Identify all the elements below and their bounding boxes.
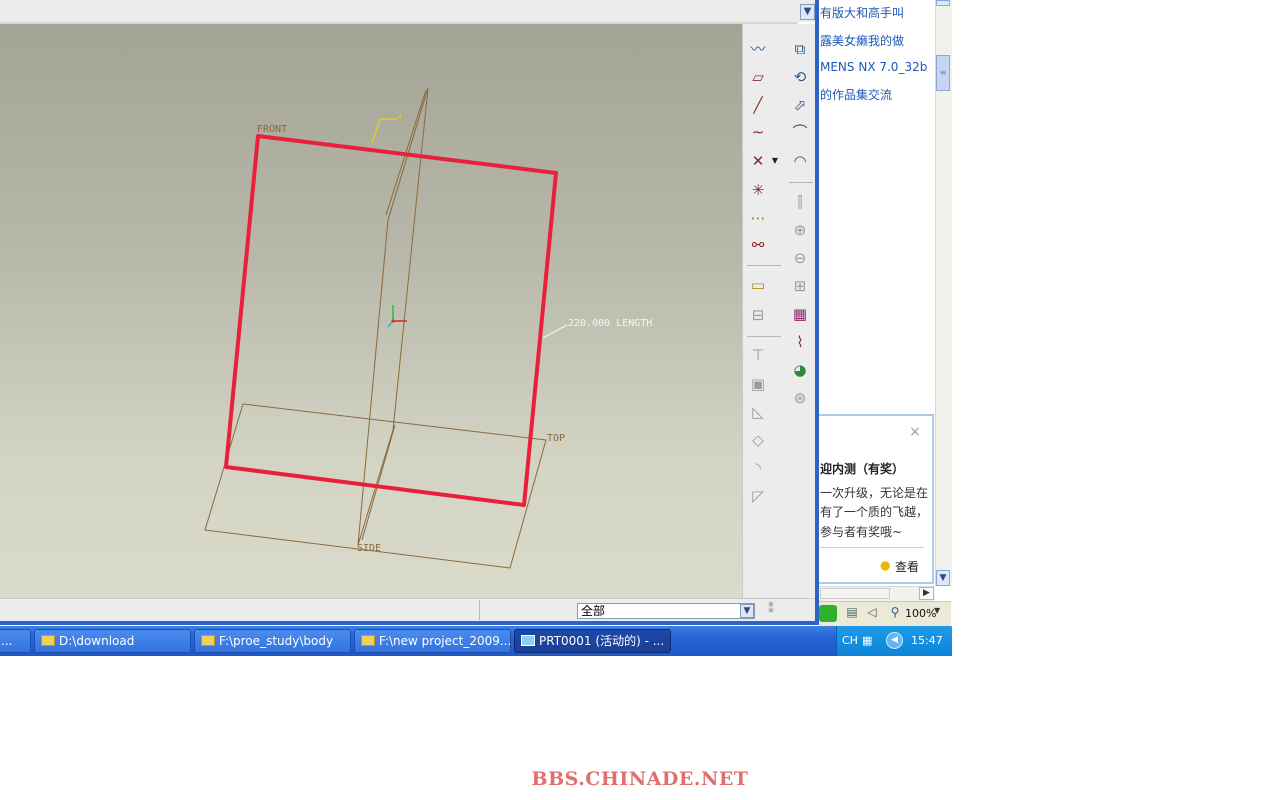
datum-plane-edge	[361, 424, 396, 541]
pattern-icon[interactable]: ⊞	[789, 275, 811, 297]
datum-plane-icon[interactable]: ▱	[747, 66, 769, 88]
shell-icon[interactable]: ▣	[747, 373, 769, 395]
taskbar-item-active[interactable]: PRT0001 (活动的) - ...	[514, 629, 671, 653]
taskbar-item[interactable]: F:\new project_2009...	[354, 629, 511, 653]
scroll-right-button[interactable]: ▶	[919, 587, 934, 600]
horizontal-scroll-thumb[interactable]	[820, 588, 890, 599]
blend-icon[interactable]: ⌒	[789, 121, 811, 143]
window-frame-bottom	[0, 621, 819, 625]
popup-title: 迎内测（有奖）	[820, 462, 905, 476]
taskbar-item-label: ...	[1, 634, 13, 648]
taskbar-item-label: F:\proe_study\body	[219, 634, 334, 648]
scroll-up-button[interactable]	[936, 0, 950, 6]
rib-icon[interactable]: ◺	[747, 401, 769, 423]
mirror-icon[interactable]: ⫿	[789, 191, 811, 213]
trim-icon[interactable]: ⊖	[789, 247, 811, 269]
lightbulb-icon: ●	[880, 558, 891, 572]
style-icon[interactable]: ◠	[789, 150, 811, 172]
speaker-icon[interactable]: ◁	[864, 604, 880, 620]
forum-link[interactable]: 的作品集交流	[820, 86, 892, 103]
draft-icon[interactable]: ◇	[747, 429, 769, 451]
security-status-icon[interactable]	[819, 605, 837, 622]
show-hidden-icons-icon[interactable]: ◀	[886, 632, 903, 649]
model-view: FRONT TOP SIDE 220.000 LENGTH ⁴	[204, 87, 652, 569]
appearance-icon[interactable]: ◕	[789, 359, 811, 381]
folder-icon	[201, 635, 215, 646]
label-top: TOP	[547, 433, 565, 444]
forum-link[interactable]: 露美女癞我的做	[820, 32, 904, 49]
popup-divider	[820, 547, 924, 548]
app-icon	[521, 635, 535, 646]
annotation-leader	[371, 118, 397, 144]
keyboard-icon[interactable]: ▦	[862, 634, 878, 647]
dimension-label[interactable]: 220.000 LENGTH	[568, 318, 652, 329]
chevron-down-icon[interactable]: ▼	[934, 606, 940, 615]
disk-icon[interactable]: ▤	[844, 604, 860, 620]
zoom-level[interactable]: 100%	[905, 607, 936, 620]
annotation-marker: ⁴	[398, 115, 402, 125]
label-front: FRONT	[257, 124, 287, 135]
folder-icon	[41, 635, 55, 646]
sketch-rectangle	[224, 134, 558, 507]
watermark: BBS.CHINADE.NET	[531, 768, 749, 790]
offset-point-icon[interactable]: ⋯	[747, 207, 769, 229]
feature-toolbar: 〰 ▱ ╱ ∼ ✕ ▼ ✳ ⋯ ⚯ ▭ ⊟ ⊤ ▣ ◺ ◇ ◝ ◸ ⧉ ⟲ ⬀ …	[742, 24, 816, 598]
dimension-leader	[542, 324, 568, 339]
sweep-icon[interactable]: ⬀	[789, 94, 811, 116]
popup-text: 一次升级，无论是在	[820, 486, 929, 500]
revolve-icon[interactable]: ⟲	[789, 66, 811, 88]
csys-origin	[391, 319, 395, 323]
popup-text: 有了一个质的飞越，	[820, 505, 929, 519]
clock[interactable]: 15:47	[911, 634, 943, 647]
status-light-icon: ⁑	[768, 602, 774, 616]
chevron-down-icon[interactable]: ▼	[769, 150, 781, 172]
language-indicator[interactable]: CH	[842, 634, 858, 647]
scroll-down-button[interactable]: ▼	[936, 570, 950, 586]
popup-view-link[interactable]: 查看	[895, 558, 919, 575]
zoom-icon[interactable]: ⚲	[887, 604, 903, 620]
toolbar-separator	[747, 265, 781, 266]
folder-icon	[361, 635, 375, 646]
datum-curve-icon[interactable]: 〰	[747, 38, 769, 60]
group-icon[interactable]: ⊟	[747, 304, 769, 326]
render-icon[interactable]: ⌇	[789, 331, 811, 353]
datum-point-icon[interactable]: ✕	[747, 150, 769, 172]
toolbar-separator	[789, 182, 813, 183]
graphics-viewport[interactable]: FRONT TOP SIDE 220.000 LENGTH ⁴	[0, 24, 742, 598]
popup-text: 参与者有奖哦~	[820, 525, 903, 539]
annotation-icon[interactable]: ▭	[747, 274, 769, 296]
sketch-curve-icon[interactable]: ∼	[747, 121, 769, 143]
copy-icon[interactable]: ▦	[789, 303, 811, 325]
coordinate-system-icon[interactable]: ✳	[747, 179, 769, 201]
taskbar-item-label: D:\download	[59, 634, 135, 648]
taskbar-item[interactable]: F:\proe_study\body	[194, 629, 351, 653]
forum-link[interactable]: 有版大和高手叫	[820, 4, 904, 21]
status-divider	[479, 600, 480, 620]
measure-icon[interactable]: ⊛	[789, 387, 811, 409]
datum-axis-icon[interactable]: ╱	[747, 94, 769, 116]
round-icon[interactable]: ◝	[747, 457, 769, 479]
hole-icon[interactable]: ⊤	[747, 344, 769, 366]
forum-link[interactable]: MENS NX 7.0_32b	[820, 60, 927, 74]
analysis-icon[interactable]: ⚯	[747, 234, 769, 256]
selection-filter-dropdown[interactable]: 全部	[577, 603, 755, 619]
merge-icon[interactable]: ⊕	[789, 219, 811, 241]
taskbar-item[interactable]: ...	[0, 629, 31, 653]
extrude-icon[interactable]: ⧉	[789, 38, 811, 60]
toolbar-separator	[747, 336, 781, 337]
chevron-down-icon[interactable]: ▼	[740, 604, 754, 618]
taskbar-item-label: F:\new project_2009...	[379, 634, 511, 648]
taskbar-item[interactable]: D:\download	[34, 629, 191, 653]
top-toolbar-strip	[0, 0, 798, 24]
label-side: SIDE	[357, 543, 381, 554]
scroll-down-button[interactable]: ▼	[800, 4, 815, 20]
chamfer-icon[interactable]: ◸	[747, 485, 769, 507]
taskbar-item-label: PRT0001 (活动的) - ...	[539, 634, 665, 648]
close-icon[interactable]: ×	[908, 424, 922, 440]
scroll-thumb[interactable]: ≡	[936, 55, 950, 91]
